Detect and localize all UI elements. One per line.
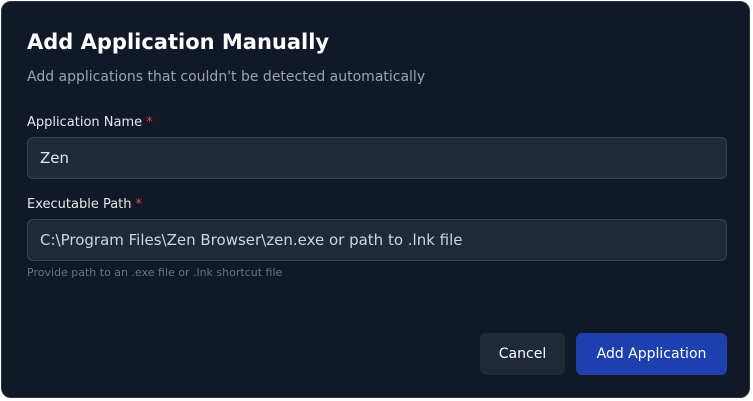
- application-name-input[interactable]: [27, 137, 727, 179]
- add-application-button[interactable]: Add Application: [576, 333, 727, 375]
- dialog-subtitle: Add applications that couldn't be detect…: [27, 69, 426, 85]
- cancel-button[interactable]: Cancel: [480, 333, 565, 375]
- dialog-title: Add Application Manually: [27, 30, 330, 54]
- executable-path-label: Executable Path *: [27, 197, 142, 213]
- executable-path-input[interactable]: [27, 219, 727, 261]
- executable-path-hint: Provide path to an .exe file or .lnk sho…: [27, 266, 283, 279]
- application-name-label: Application Name *: [27, 115, 153, 131]
- application-name-label-text: Application Name: [27, 115, 143, 130]
- required-marker: *: [135, 197, 143, 212]
- add-application-dialog: Add Application Manually Add application…: [1, 1, 750, 398]
- required-marker: *: [146, 115, 153, 130]
- executable-path-label-text: Executable Path: [27, 197, 132, 212]
